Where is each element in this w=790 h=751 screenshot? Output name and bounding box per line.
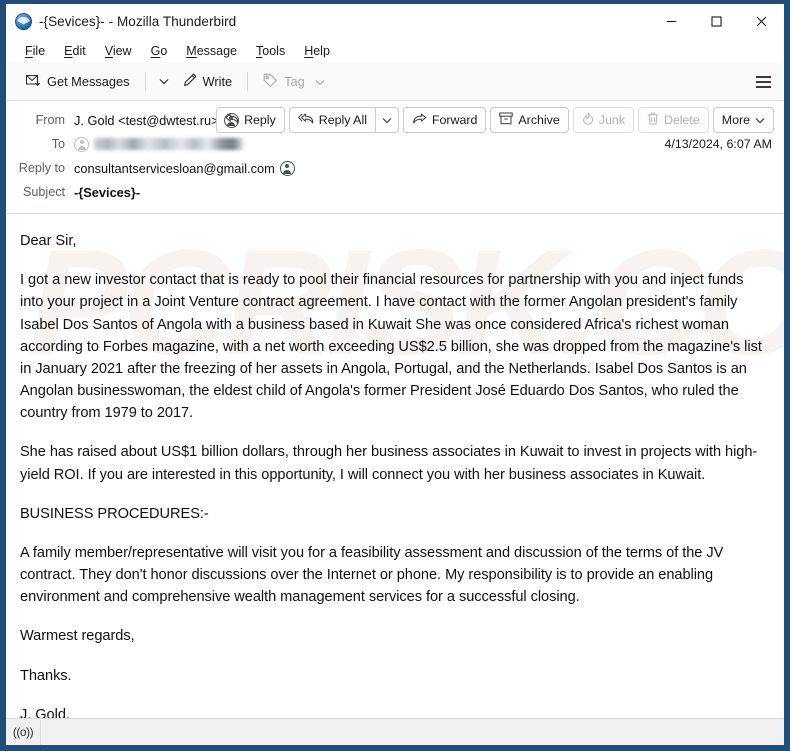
pencil-icon (183, 73, 197, 90)
menu-message[interactable]: Message (177, 41, 246, 61)
forward-label: Forward (431, 113, 478, 127)
body-paragraph: A family member/representative will visi… (20, 544, 724, 606)
from-label: From (35, 113, 65, 127)
connection-status-icon[interactable]: ((o)) (6, 719, 41, 745)
body-paragraph: J. Gold. (20, 706, 70, 718)
archive-label: Archive (518, 113, 560, 127)
get-messages-dropdown[interactable] (153, 69, 175, 95)
reply-all-group: Reply All (288, 107, 399, 133)
toolbar-separator-1 (144, 72, 146, 91)
get-messages-label: Get Messages (47, 74, 130, 89)
message-body: PCRISK.COM Dear Sir, I got a new investo… (6, 214, 784, 718)
thunderbird-icon (15, 12, 32, 30)
more-button[interactable]: More (712, 107, 774, 133)
to-contact-icon[interactable] (74, 136, 89, 152)
reply-to-value[interactable]: consultantservicesloan@gmail.com (74, 161, 275, 176)
body-paragraph: Thanks. (20, 667, 72, 684)
menu-help[interactable]: Help (295, 41, 339, 61)
menu-bar: File Edit View Go Message Tools Help (6, 38, 784, 63)
reply-all-label: Reply All (318, 113, 367, 127)
more-chevron-down-icon (755, 113, 765, 127)
message-date: 4/13/2024, 6:07 AM (664, 137, 772, 151)
menu-edit[interactable]: Edit (55, 41, 95, 61)
header-row-subject: Subject -{Sevices}- (6, 180, 784, 204)
menu-tools[interactable]: Tools (247, 41, 294, 61)
window-title: -{Sevices}- - Mozilla Thunderbird (39, 13, 237, 29)
app-menu-hamburger-icon[interactable] (748, 69, 778, 95)
junk-flame-icon (582, 112, 594, 128)
subject-value: -{Sevices}- (74, 184, 141, 200)
to-value-redacted (94, 138, 244, 150)
thunderbird-window: -{Sevices}- - Mozilla Thunderbird File Ed… (0, 0, 790, 751)
body-paragraph: Warmest regards, (20, 628, 135, 645)
forward-icon (412, 113, 427, 127)
header-row-reply-to: Reply to consultantservicesloan@gmail.co… (6, 156, 784, 180)
delete-label: Delete (663, 113, 700, 127)
tag-dropdown-chevron-down-icon[interactable] (315, 74, 325, 89)
minimize-button[interactable] (649, 4, 694, 38)
main-toolbar: Get Messages Write Tag (6, 63, 784, 101)
delete-button[interactable]: Delete (637, 107, 709, 133)
body-paragraph: BUSINESS PROCEDURES:- (20, 505, 209, 522)
trash-icon (647, 112, 659, 128)
archive-box-icon (499, 112, 514, 128)
write-button[interactable]: Write (175, 69, 241, 95)
to-label: To (51, 137, 65, 151)
menu-view[interactable]: View (96, 41, 141, 61)
toolbar-separator-2 (247, 72, 249, 91)
maximize-button[interactable] (694, 4, 739, 38)
from-contact-icon[interactable] (223, 112, 239, 128)
title-bar-left: -{Sevices}- - Mozilla Thunderbird (6, 12, 237, 30)
to-value-group (74, 136, 244, 152)
from-value[interactable]: J. Gold <test@dwtest.ru> (74, 113, 219, 128)
body-paragraph: I got a new investor contact that is rea… (20, 272, 762, 422)
reply-all-dropdown-chevron-down-icon[interactable] (374, 107, 399, 133)
reply-to-label: Reply to (18, 161, 65, 175)
message-body-content: Dear Sir, I got a new investor contact t… (20, 230, 766, 718)
reply-label: Reply (244, 113, 276, 127)
message-header: Reply Reply All Forward Archive Junk Del… (6, 101, 784, 214)
tag-button[interactable]: Tag (255, 69, 333, 95)
junk-button[interactable]: Junk (572, 107, 634, 133)
body-paragraph: She has raised about US$1 billion dollar… (20, 444, 758, 483)
close-button[interactable] (739, 4, 784, 38)
reply-all-button[interactable]: Reply All (288, 107, 375, 133)
write-label: Write (202, 74, 233, 89)
menu-file[interactable]: File (16, 41, 54, 61)
junk-label: Junk (598, 113, 625, 127)
from-value-group: J. Gold <test@dwtest.ru> (74, 112, 239, 128)
menu-go[interactable]: Go (142, 41, 177, 61)
forward-button[interactable]: Forward (402, 107, 487, 133)
tag-label: Tag (284, 74, 305, 89)
more-label: More (721, 113, 750, 127)
reply-all-icon (297, 113, 314, 127)
subject-label: Subject (22, 185, 65, 199)
archive-button[interactable]: Archive (490, 107, 569, 133)
reply-to-contact-icon[interactable] (279, 160, 295, 176)
status-bar: ((o)) (6, 718, 784, 745)
reply-to-value-group: consultantservicesloan@gmail.com (74, 160, 295, 176)
get-messages-icon (26, 74, 41, 90)
get-messages-button[interactable]: Get Messages (18, 69, 138, 95)
tag-icon (263, 73, 278, 90)
title-bar: -{Sevices}- - Mozilla Thunderbird (6, 4, 784, 38)
window-controls (649, 4, 784, 38)
message-action-buttons: Reply Reply All Forward Archive Junk Del… (216, 107, 774, 133)
body-paragraph: Dear Sir, (20, 233, 77, 249)
